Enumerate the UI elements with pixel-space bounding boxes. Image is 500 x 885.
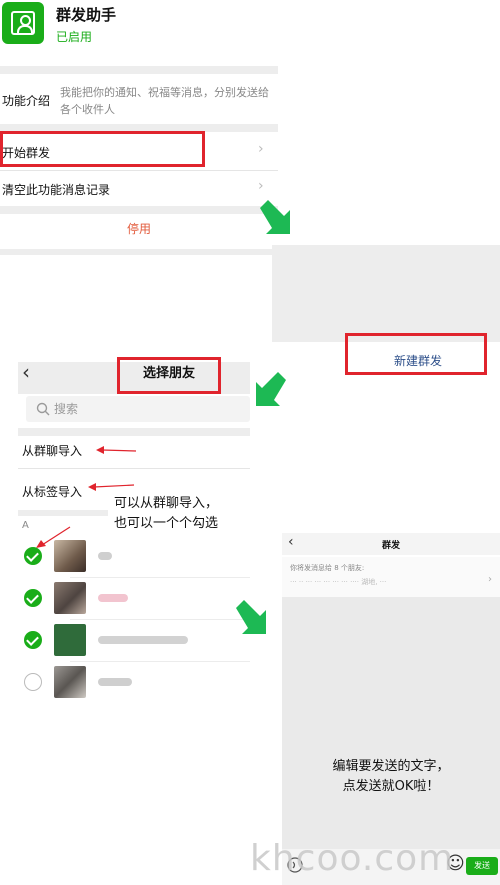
avatar: [54, 666, 86, 698]
avatar: [54, 540, 86, 572]
compose-instruction-line1: 编辑要发送的文字，: [332, 759, 450, 774]
contact-row[interactable]: [18, 536, 250, 576]
green-arrow-icon: [260, 200, 290, 234]
stop-button[interactable]: 停用: [0, 220, 278, 237]
section-letter: A: [22, 520, 29, 531]
green-arrow-icon: [236, 600, 266, 634]
contact-row[interactable]: [18, 578, 250, 618]
clear-history-label: 清空此功能消息记录: [2, 183, 111, 197]
new-group-send-button[interactable]: 新建群发: [356, 352, 480, 369]
back-icon[interactable]: ‹: [288, 534, 294, 550]
contact-name-blurred: [98, 678, 132, 686]
app-title: 群发助手: [56, 6, 117, 24]
search-placeholder: 搜索: [54, 402, 79, 416]
section-divider: [0, 206, 278, 214]
unchecked-icon[interactable]: [24, 673, 42, 691]
row-divider: [0, 170, 278, 171]
group-send-app-icon: [2, 2, 44, 44]
compose-instruction: 编辑要发送的文字， 点发送就OK啦！: [282, 757, 500, 797]
import-from-group-chat[interactable]: 从群聊导入: [22, 442, 82, 459]
avatar: [54, 624, 86, 656]
section-divider: [0, 66, 278, 74]
section-divider: [0, 249, 278, 255]
compose-title: 群发: [382, 541, 401, 551]
highlight-box-start: [0, 131, 205, 167]
checked-icon[interactable]: [24, 547, 42, 565]
highlight-box-title: [117, 357, 221, 394]
chevron-right-icon: ›: [258, 141, 264, 157]
row-divider: [18, 468, 250, 469]
checked-icon[interactable]: [24, 631, 42, 649]
annotation-select-line2: 也可以一个个勾选: [114, 516, 219, 531]
search-icon: [36, 402, 50, 416]
contact-row[interactable]: [18, 620, 250, 660]
watermark: khcoo.com: [250, 838, 455, 879]
recipients-label: 你将发消息给 8 个朋友:: [290, 564, 365, 572]
new-group-send-panel: [272, 245, 500, 342]
import-from-tags[interactable]: 从标签导入: [22, 483, 82, 500]
recipients-names: ··· ·· ··· ··· ··· ··· ··· ···· 湖地, ···: [290, 578, 387, 586]
back-icon[interactable]: ‹: [22, 360, 30, 384]
app-status: 已启用: [56, 30, 93, 44]
green-arrow-icon: [256, 372, 286, 406]
compose-instruction-line2: 点发送就OK啦！: [342, 779, 440, 794]
section-divider: [18, 510, 108, 516]
contact-name-blurred: [98, 552, 112, 560]
red-arrow-icon: [88, 483, 135, 491]
contact-row[interactable]: [18, 662, 250, 702]
annotation-select-line1: 可以从群聊导入，: [114, 496, 219, 511]
checked-icon[interactable]: [24, 589, 42, 607]
red-arrow-icon: [96, 446, 137, 454]
compose-body: [282, 597, 500, 849]
avatar: [54, 582, 86, 614]
chevron-right-icon: ›: [258, 178, 264, 194]
section-divider: [18, 428, 250, 436]
send-button[interactable]: 发送: [466, 857, 498, 875]
intro-text: 我能把你的通知、祝福等消息，分别发送给各个收件人: [60, 86, 269, 116]
intro-label: 功能介绍: [2, 94, 51, 108]
contact-name-blurred: [98, 636, 188, 644]
chevron-right-icon: ›: [488, 574, 492, 585]
contact-name-blurred: [98, 594, 128, 602]
